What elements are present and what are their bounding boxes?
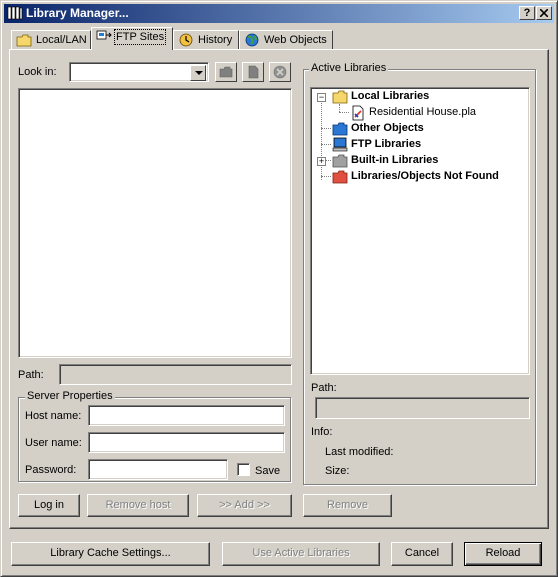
reload-button[interactable]: Reload	[464, 542, 542, 566]
password-input[interactable]	[88, 459, 228, 480]
log-in-button[interactable]: Log in	[18, 494, 80, 517]
size-label: Size:	[325, 465, 350, 477]
use-active-libraries-button[interactable]: Use Active Libraries	[222, 542, 380, 566]
info-label: Info:	[311, 426, 333, 438]
tab-label: Local/LAN	[36, 34, 87, 46]
chevron-down-icon[interactable]	[190, 65, 206, 81]
pla-file-icon	[352, 105, 364, 121]
look-in-combo[interactable]	[69, 62, 209, 82]
tree-item-not-found[interactable]: Libraries/Objects Not Found	[311, 169, 527, 185]
title-bar[interactable]: Library Manager... ?	[4, 4, 554, 23]
blue-folder-icon	[332, 122, 348, 136]
active-libraries-tree[interactable]: − Local Libraries Residential House.pla …	[310, 87, 530, 375]
history-icon	[179, 33, 193, 47]
new-document-button[interactable]	[242, 62, 264, 82]
window-title: Library Manager...	[26, 6, 129, 20]
user-name-input[interactable]	[88, 432, 285, 453]
delete-icon	[273, 65, 287, 79]
active-libraries-title: Active Libraries	[309, 62, 389, 74]
red-folder-icon	[332, 170, 348, 184]
look-in-label: Look in:	[18, 66, 57, 78]
remove-host-button[interactable]: Remove host	[87, 494, 189, 517]
tab-label: Web Objects	[264, 34, 327, 46]
host-name-label: Host name:	[25, 410, 82, 422]
tree-label: Libraries/Objects Not Found	[351, 170, 499, 182]
collapse-icon[interactable]: −	[317, 93, 326, 102]
delete-button[interactable]	[269, 62, 291, 82]
new-folder-button[interactable]	[215, 62, 237, 82]
computer-icon	[332, 137, 348, 152]
tree-item-other-objects[interactable]: Other Objects	[311, 121, 527, 137]
globe-icon	[245, 33, 259, 47]
tab-history[interactable]: History	[173, 30, 239, 49]
tree-label: Other Objects	[351, 122, 424, 134]
tree-item-builtin-libraries[interactable]: + Built-in Libraries	[311, 153, 527, 169]
document-icon	[248, 65, 259, 79]
tree-label: Local Libraries	[351, 90, 430, 102]
ftp-icon	[96, 30, 112, 40]
tab-ftp-sites[interactable]: FTP Sites	[91, 27, 173, 50]
cancel-button[interactable]: Cancel	[391, 542, 453, 566]
path-field	[59, 364, 292, 385]
help-button[interactable]: ?	[519, 6, 535, 20]
path-label: Path:	[18, 369, 44, 381]
library-cache-settings-button[interactable]: Library Cache Settings...	[11, 542, 210, 566]
ftp-file-list[interactable]	[18, 88, 292, 358]
close-button[interactable]	[536, 6, 552, 20]
host-name-input[interactable]	[88, 405, 285, 426]
tree-label: Built-in Libraries	[351, 154, 439, 166]
remove-button[interactable]: Remove	[303, 494, 392, 517]
server-properties-title: Server Properties	[25, 390, 115, 402]
password-label: Password:	[25, 464, 77, 476]
gray-folder-icon	[332, 154, 348, 168]
save-label: Save	[255, 465, 281, 477]
add-button[interactable]: >> Add >>	[197, 494, 292, 517]
user-name-label: User name:	[25, 437, 82, 449]
tab-label: FTP Sites	[113, 29, 167, 45]
expand-icon[interactable]: +	[317, 157, 326, 166]
tree-item-local-libraries[interactable]: − Local Libraries	[311, 89, 527, 105]
close-icon	[539, 8, 549, 18]
tab-local-lan[interactable]: Local/LAN	[11, 30, 91, 49]
folder-icon	[16, 34, 32, 46]
tab-web-objects[interactable]: Web Objects	[239, 30, 333, 49]
tree-label: Residential House.pla	[369, 106, 477, 118]
tab-label: History	[198, 34, 233, 46]
last-modified-label: Last modified:	[325, 446, 394, 458]
library-books-icon	[7, 6, 23, 20]
tree-item-ftp-libraries[interactable]: FTP Libraries	[311, 137, 527, 153]
library-manager-window: Library Manager... ? Local/LAN FTP Sites	[0, 0, 558, 577]
library-path-field	[315, 397, 530, 419]
tree-label: FTP Libraries	[351, 138, 422, 150]
tree-item-residential-house[interactable]: Residential House.pla	[311, 105, 527, 121]
folder-icon	[219, 66, 233, 78]
library-path-label: Path:	[311, 382, 337, 394]
folder-icon	[332, 90, 348, 104]
save-checkbox[interactable]	[237, 463, 250, 476]
